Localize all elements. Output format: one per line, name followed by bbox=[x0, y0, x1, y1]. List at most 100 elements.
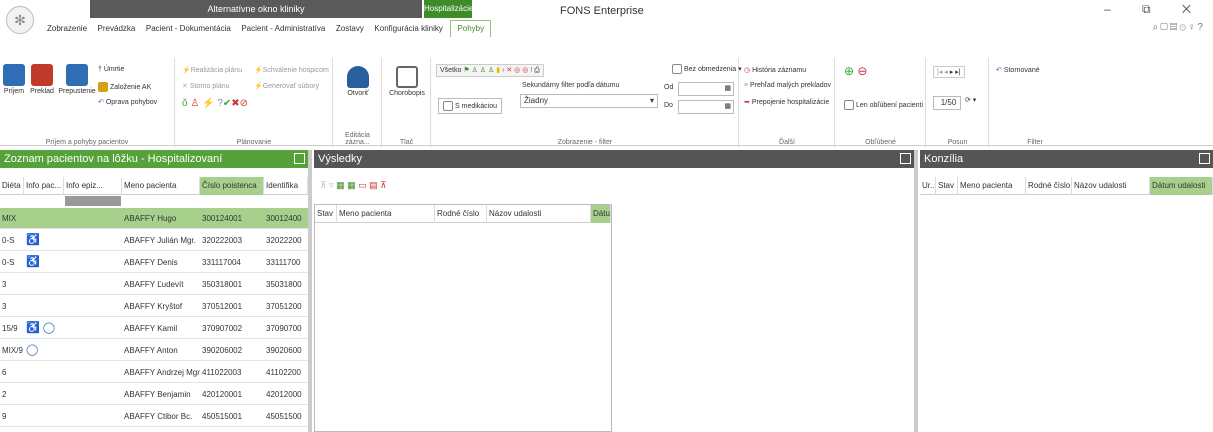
tab-prevadzka[interactable]: Prevádzka bbox=[95, 21, 139, 37]
prepustenie-label: Prepustenie bbox=[58, 88, 96, 95]
table-row[interactable]: 0-S ♿ ABAFFY Julián Mgr. 320222003 32022200 bbox=[0, 230, 308, 251]
od-label: Od bbox=[664, 84, 674, 91]
cell-dieta: 3 bbox=[2, 302, 7, 311]
app-logo-icon[interactable]: ✻ bbox=[6, 6, 34, 34]
tab-konfiguracia-kliniky[interactable]: Konfigurácia kliniky bbox=[371, 21, 445, 37]
realizacia-planu-button[interactable]: ⚡Realizácia plánu bbox=[182, 66, 242, 74]
zalozenie-ak-button[interactable]: Založenie AK bbox=[98, 82, 151, 92]
undo-icon: ↶ bbox=[98, 99, 106, 106]
quick-access-icons[interactable]: ⌕▢▤⊙♀? bbox=[1153, 22, 1205, 33]
prepojenie-button[interactable]: ➥ Prepojenie hospitalizácie bbox=[744, 98, 829, 106]
filter-toolbar[interactable]: Všetko ⚑ ♙ ♙ ♙ ▮ ‹ ✕ ◎ ◎ ! ⎙ bbox=[436, 64, 544, 77]
table-row[interactable]: 0-S ♿ ABAFFY Denis 331117004 33111700 bbox=[0, 252, 308, 273]
col-cislo-poistenca[interactable]: Číslo poistenca bbox=[200, 177, 264, 195]
vsetko-label: Všetko bbox=[440, 67, 462, 74]
lightning-icon: ⚡ bbox=[182, 67, 191, 74]
tab-zostavy[interactable]: Zostavy bbox=[333, 21, 367, 37]
tab-pacient-dokumentacia[interactable]: Pacient - Dokumentácia bbox=[143, 21, 234, 37]
context-tab-group-header: Alternatívne okno kliniky bbox=[90, 0, 422, 18]
cell-id: 33111700 bbox=[266, 258, 301, 267]
folder-icon bbox=[98, 82, 108, 92]
ribbon-group-zobrazenie-filter: Všetko ⚑ ♙ ♙ ♙ ▮ ‹ ✕ ◎ ◎ ! ⎙ Bez obmedze… bbox=[432, 58, 742, 148]
tab-pacient-administrativa[interactable]: Pacient - Administratíva bbox=[238, 21, 328, 37]
col-info-pac[interactable]: Info pac... bbox=[24, 177, 64, 195]
cell-dieta: 0-S bbox=[2, 236, 15, 245]
cell-id: 37051200 bbox=[266, 302, 302, 311]
od-date-input[interactable]: ▦ bbox=[678, 82, 734, 96]
oprava-pohybov-button[interactable]: ↶ Oprava pohybov bbox=[98, 98, 157, 106]
posun-navigation[interactable]: |◂ ◂ ▸ ▸| bbox=[933, 66, 965, 78]
generovat-button[interactable]: ⚡Generovať súbory bbox=[254, 82, 319, 90]
col-meno-pacienta[interactable]: Meno pacienta bbox=[337, 205, 435, 223]
do-date-input[interactable]: ▦ bbox=[678, 100, 734, 114]
sec-filter-label: Sekundárny filter podľa dátumu bbox=[522, 82, 620, 89]
col-ur[interactable]: Ur... bbox=[920, 177, 936, 195]
chorobopis-button[interactable]: Chorobopis bbox=[387, 66, 427, 97]
mid-panel-header: Výsledky bbox=[314, 150, 914, 168]
col-datum-udalosti[interactable]: Dátum udalosti bbox=[1150, 177, 1213, 195]
prehlad-prekladov-button[interactable]: ≡ Prehľad malých prekladov bbox=[744, 82, 831, 89]
col-nazov-udalosti[interactable]: Názov udalosti bbox=[1072, 177, 1150, 195]
table-row[interactable]: 15/9 ♿ ◯ ABAFFY Kamil 370907002 37090700 bbox=[0, 318, 308, 339]
storno-planu-button[interactable]: ✕ Storno plánu bbox=[182, 82, 230, 90]
sec-filter-select[interactable]: Žiadny ▾ bbox=[520, 94, 658, 108]
oblubene-buttons[interactable]: ⊕ ⊖ bbox=[844, 64, 867, 78]
historia-zaznamu-button[interactable]: ◷ História záznamu bbox=[744, 66, 806, 74]
tab-zobrazenie[interactable]: Zobrazenie bbox=[44, 21, 90, 37]
zalozenie-label: Založenie AK bbox=[110, 83, 152, 91]
tab-pohyby[interactable]: Pohyby bbox=[450, 20, 492, 37]
planovanie-toolbar[interactable]: ǒ ♙ ⚡ ?✔✖⊘ bbox=[182, 98, 248, 109]
schvalenie-button[interactable]: ⚡Schválenie hospicom bbox=[254, 66, 329, 74]
table-row[interactable]: MIX/9 ◯ ABAFFY Anton 390206002 39020600 bbox=[0, 340, 308, 361]
maximize-icon[interactable] bbox=[900, 153, 911, 164]
right-panel-header: Konzília bbox=[920, 150, 1213, 168]
right-panel: Konzília Ur... Stav Meno pacienta Rodné … bbox=[920, 150, 1213, 432]
col-meno-pacienta[interactable]: Meno pacienta bbox=[122, 177, 200, 195]
table-row[interactable]: MIX ABAFFY Hugo 300124001 30012400 bbox=[0, 208, 308, 229]
filter-cell[interactable] bbox=[65, 196, 121, 206]
col-rodne-cislo[interactable]: Rodné číslo bbox=[1026, 177, 1072, 195]
otvorit-button[interactable]: Otvoriť bbox=[338, 66, 378, 97]
prijem-button[interactable]: Príjem bbox=[2, 64, 26, 95]
link-icon: ➥ bbox=[744, 99, 752, 106]
col-stav[interactable]: Stav bbox=[936, 177, 958, 195]
refresh-icon[interactable]: ⟳ ▾ bbox=[965, 96, 976, 104]
cell-id: 37090700 bbox=[266, 324, 302, 333]
table-row[interactable]: 2 ABAFFY Benjamin 420120001 42012000 bbox=[0, 384, 308, 405]
maximize-icon[interactable] bbox=[294, 153, 305, 164]
col-nazov-udalosti[interactable]: Názov udalosti bbox=[487, 205, 591, 223]
col-datum[interactable]: Dátu bbox=[591, 205, 611, 223]
len-oblubeni-checkbox[interactable]: Len obľúbení pacienti bbox=[844, 100, 923, 110]
prepustenie-icon bbox=[66, 64, 88, 86]
results-toolbar[interactable]: ⊼ ▿ ▦ ▦ ▭ ▤ ⊼ bbox=[320, 180, 387, 191]
bez-obmedzenia-dropdown[interactable]: Bez obmedzenia ▾ bbox=[672, 64, 742, 74]
umrtie-button[interactable]: † Úmrtie bbox=[98, 66, 124, 73]
preklad-button[interactable]: Preklad bbox=[28, 64, 56, 95]
col-stav[interactable]: Stav bbox=[315, 205, 337, 223]
checkbox-icon bbox=[844, 100, 854, 110]
cell-cislo: 370512001 bbox=[202, 302, 243, 311]
ribbon-group-prijem: Príjem Preklad Prepustenie † Úmrtie Zalo… bbox=[0, 58, 175, 148]
filter-red-icons: ‹ ✕ ◎ ◎ ! bbox=[502, 67, 535, 74]
block-icon: ⊘ bbox=[239, 98, 249, 109]
s-medikaciou-checkbox[interactable]: S medikáciou bbox=[438, 98, 503, 114]
col-info-epiz[interactable]: Info epiz... bbox=[64, 177, 122, 195]
window-controls[interactable]: – ⧉ ✕ bbox=[1104, 2, 1205, 17]
mid-panel-title: Výsledky bbox=[318, 153, 363, 165]
doc-icon: ⎙ bbox=[534, 67, 540, 74]
stornovane-button[interactable]: ↶ Stornované bbox=[996, 66, 1040, 74]
umrtie-label: Úmrtie bbox=[103, 66, 125, 73]
col-dieta[interactable]: Diéta bbox=[0, 177, 24, 195]
page-input[interactable]: 1/50 bbox=[933, 96, 961, 110]
note-icon: ▮ bbox=[496, 67, 501, 74]
prepustenie-button[interactable]: Prepustenie bbox=[58, 64, 96, 95]
table-row[interactable]: 6 ABAFFY Andrzej Mgr. 411022003 41102200 bbox=[0, 362, 308, 383]
cell-meno: ABAFFY Benjamin bbox=[124, 390, 191, 399]
table-row[interactable]: 9 ABAFFY Ctibor Bc. 450515001 45051500 bbox=[0, 406, 308, 427]
table-row[interactable]: 3 ABAFFY Kryštof 370512001 37051200 bbox=[0, 296, 308, 317]
col-meno-pacienta[interactable]: Meno pacienta bbox=[958, 177, 1026, 195]
col-rodne-cislo[interactable]: Rodné číslo bbox=[435, 205, 487, 223]
col-identifika[interactable]: Identifika bbox=[264, 177, 308, 195]
table-row[interactable]: 3 ABAFFY Ľudevít 350318001 35031800 bbox=[0, 274, 308, 295]
maximize-icon[interactable] bbox=[1199, 153, 1210, 164]
